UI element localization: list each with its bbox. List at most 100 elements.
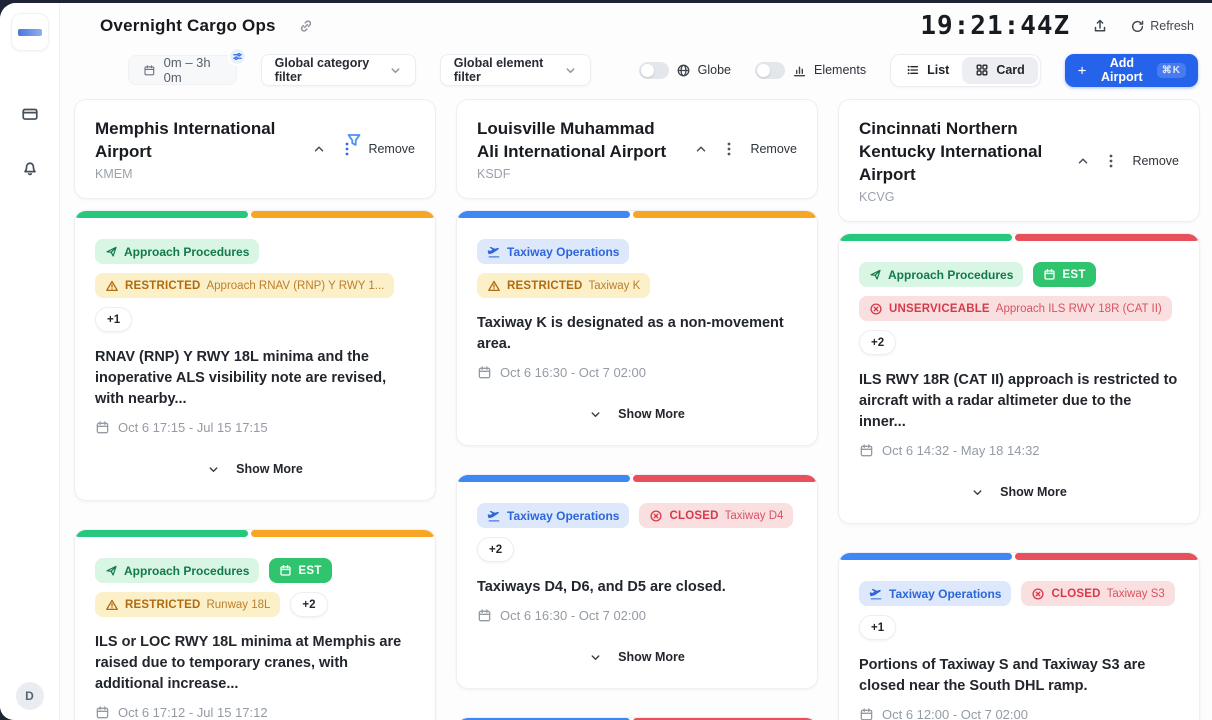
share-button[interactable] xyxy=(1092,18,1108,34)
status-badge[interactable]: RESTRICTED Approach RNAV (RNP) Y RWY 1..… xyxy=(95,273,394,298)
global-category-filter-dropdown[interactable]: Global category filter xyxy=(261,54,416,86)
status-badge[interactable]: RESTRICTED Taxiway K xyxy=(477,273,650,298)
elements-label: Elements xyxy=(814,63,866,77)
filter-funnel-icon xyxy=(346,132,362,148)
brand-logo[interactable] xyxy=(11,13,49,51)
notam-date: Oct 6 17:15 - Jul 15 17:15 xyxy=(95,420,415,435)
status-badge[interactable]: RESTRICTED Runway 18L xyxy=(95,592,280,617)
calendar-icon xyxy=(1043,268,1056,281)
show-more-button[interactable]: Show More xyxy=(971,485,1067,499)
show-more-button[interactable]: Show More xyxy=(207,462,303,476)
calendar-icon xyxy=(95,705,110,720)
category-badge[interactable]: Taxiway Operations xyxy=(477,239,629,264)
notam-title: ILS or LOC RWY 18L minima at Memphis are… xyxy=(95,632,415,695)
notam-date: Oct 6 12:00 - Oct 7 02:00 xyxy=(859,707,1179,720)
est-badge[interactable]: EST xyxy=(1033,262,1095,287)
time-settings-badge-icon[interactable] xyxy=(228,47,247,66)
collapse-chevron-up-icon[interactable] xyxy=(694,142,708,156)
user-avatar[interactable]: D xyxy=(16,682,44,710)
extra-count-pill[interactable]: +2 xyxy=(290,592,327,617)
list-view-label: List xyxy=(927,63,949,77)
category-badge[interactable]: Approach Procedures xyxy=(859,262,1023,287)
card-view-button[interactable]: Card xyxy=(962,57,1037,84)
notam-date: Oct 6 17:12 - Jul 15 17:12 xyxy=(95,705,415,720)
remove-airport-button[interactable]: Remove xyxy=(368,142,415,156)
approach-send-icon xyxy=(869,268,882,281)
chevron-down-icon xyxy=(564,64,577,77)
notam-title: Taxiway K is designated as a non-movemen… xyxy=(477,313,797,355)
list-icon xyxy=(906,63,920,77)
notifications-bell-icon[interactable] xyxy=(15,153,45,183)
airport-header-card: Memphis International Airport KMEM xyxy=(74,99,436,199)
extra-count-pill[interactable]: +1 xyxy=(95,307,132,332)
copy-link-icon[interactable] xyxy=(298,18,314,34)
refresh-button[interactable]: Refresh xyxy=(1130,19,1194,34)
remove-airport-button[interactable]: Remove xyxy=(1132,154,1179,168)
category-badge[interactable]: Approach Procedures xyxy=(95,239,259,264)
notam-card: Taxiway Operations RESTRICTED Taxiway K … xyxy=(456,210,818,446)
elements-toggle[interactable] xyxy=(755,62,785,79)
warning-triangle-icon xyxy=(105,598,119,612)
status-badge[interactable]: CLOSED Taxiway S3 xyxy=(1021,581,1174,606)
collapse-chevron-up-icon[interactable] xyxy=(1076,154,1090,168)
globe-toggle[interactable] xyxy=(639,62,669,79)
cards-view-icon[interactable] xyxy=(15,99,45,129)
show-more-button[interactable]: Show More xyxy=(589,407,685,421)
page-header: Overnight Cargo Ops 19:21:44Z Refre xyxy=(60,3,1212,49)
approach-send-icon xyxy=(105,564,118,577)
severity-bar xyxy=(457,211,817,218)
filter-toolbar: 0m – 3h 0m Global category filter Global… xyxy=(60,49,1212,91)
notam-title: Portions of Taxiway S and Taxiway S3 are… xyxy=(859,655,1179,697)
extra-count-pill[interactable]: +1 xyxy=(859,615,896,640)
elements-toggle-group: Elements xyxy=(755,62,866,79)
remove-airport-button[interactable]: Remove xyxy=(750,142,797,156)
view-mode-segmented-control: List Card xyxy=(890,54,1041,87)
brand-logo-mark xyxy=(18,29,42,36)
notam-title: ILS RWY 18R (CAT II) approach is restric… xyxy=(859,370,1179,433)
calendar-icon xyxy=(859,443,874,458)
more-menu-kebab-icon[interactable] xyxy=(727,141,731,157)
extra-count-pill[interactable]: +2 xyxy=(859,330,896,355)
plane-takeoff-icon xyxy=(487,509,501,523)
circle-x-icon xyxy=(869,302,883,316)
global-element-filter-dropdown[interactable]: Global element filter xyxy=(440,54,591,86)
warning-triangle-icon xyxy=(487,279,501,293)
more-menu-kebab-icon[interactable] xyxy=(1109,153,1113,169)
severity-bar xyxy=(457,475,817,482)
refresh-icon xyxy=(1130,19,1145,34)
status-badge[interactable]: CLOSED Taxiway D4 xyxy=(639,503,793,528)
card-view-label: Card xyxy=(996,63,1024,77)
airport-name: Cincinnati Northern Kentucky Internation… xyxy=(859,117,1054,186)
time-range-filter[interactable]: 0m – 3h 0m xyxy=(128,55,237,85)
warning-triangle-icon xyxy=(105,279,119,293)
airport-code: KSDF xyxy=(477,167,694,181)
chevron-down-icon xyxy=(389,64,402,77)
list-view-button[interactable]: List xyxy=(893,57,962,84)
severity-bar xyxy=(839,234,1199,241)
add-airport-button[interactable]: Add Airport ⌘K xyxy=(1065,54,1198,87)
page-title: Overnight Cargo Ops xyxy=(100,16,276,36)
calendar-icon xyxy=(279,564,292,577)
airport-column-memphis: Memphis International Airport KMEM xyxy=(74,99,436,720)
sidebar: D xyxy=(0,3,60,720)
notam-card: Approach Procedures RESTRICTED Approach … xyxy=(74,210,436,501)
category-badge[interactable]: Approach Procedures xyxy=(95,558,259,583)
airport-header-card: Louisville Muhammad Ali International Ai… xyxy=(456,99,818,199)
severity-bar xyxy=(75,211,435,218)
global-category-filter-label: Global category filter xyxy=(275,56,379,84)
airport-column-cincinnati: Cincinnati Northern Kentucky Internation… xyxy=(838,99,1200,720)
airport-name: Memphis International Airport xyxy=(95,117,290,163)
category-badge[interactable]: Taxiway Operations xyxy=(859,581,1011,606)
extra-count-pill[interactable]: +2 xyxy=(477,537,514,562)
grid-icon xyxy=(975,63,989,77)
plane-takeoff-icon xyxy=(487,245,501,259)
show-more-button[interactable]: Show More xyxy=(589,650,685,664)
globe-label: Globe xyxy=(698,63,731,77)
globe-icon xyxy=(676,63,691,78)
more-menu-filter-active-icon[interactable] xyxy=(345,141,349,157)
est-badge[interactable]: EST xyxy=(269,558,331,583)
time-range-value: 0m – 3h 0m xyxy=(164,55,222,85)
status-badge[interactable]: UNSERVICEABLE Approach ILS RWY 18R (CAT … xyxy=(859,296,1172,321)
collapse-chevron-up-icon[interactable] xyxy=(312,142,326,156)
category-badge[interactable]: Taxiway Operations xyxy=(477,503,629,528)
